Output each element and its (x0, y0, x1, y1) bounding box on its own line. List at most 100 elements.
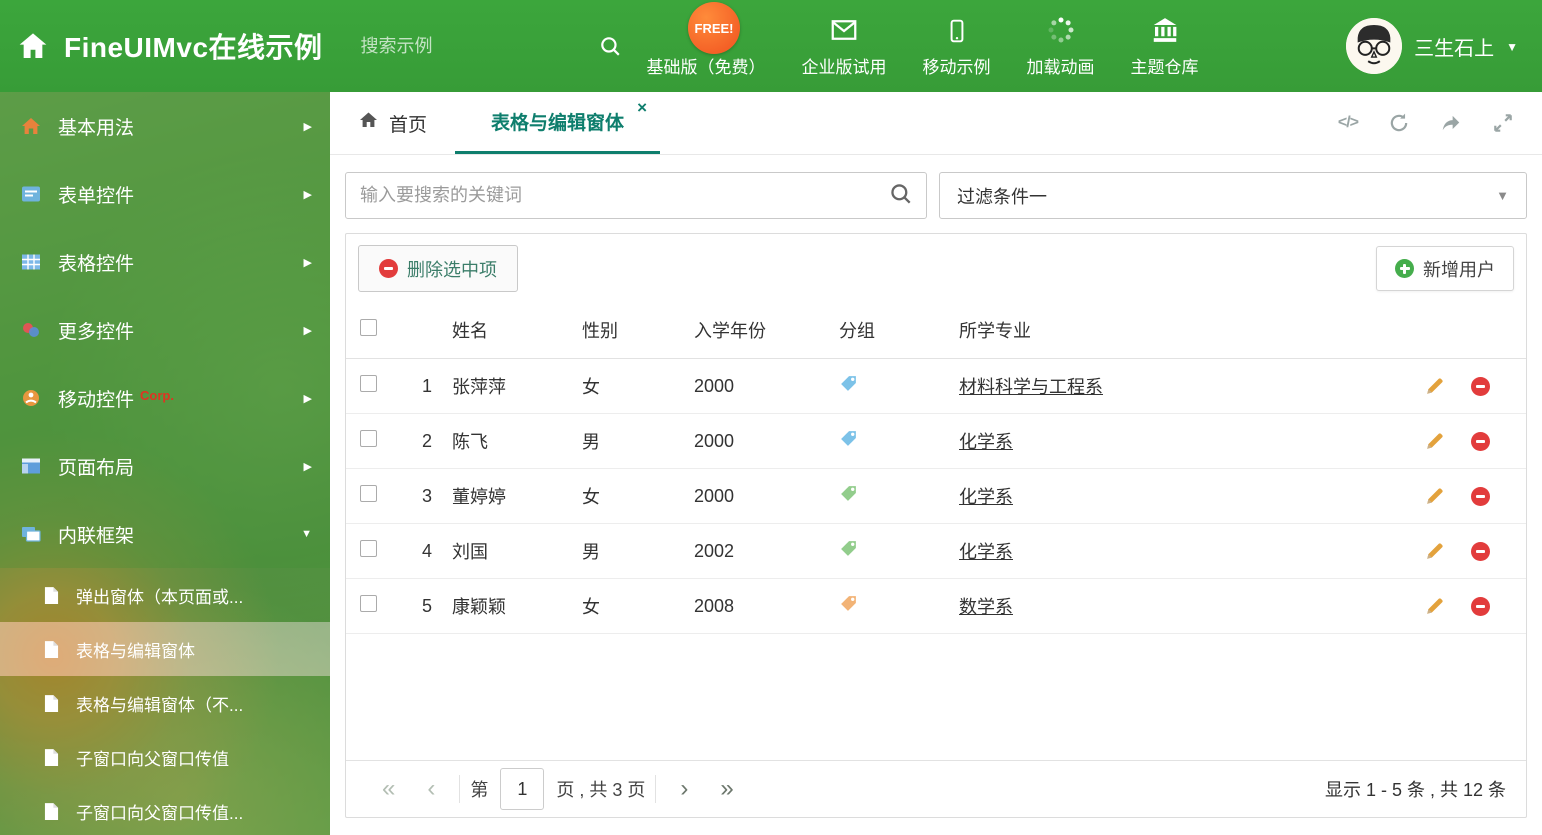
layout-icon (20, 455, 44, 477)
mail-icon (829, 15, 859, 45)
search-icon[interactable] (599, 35, 621, 57)
delete-icon[interactable] (1471, 486, 1490, 506)
delete-icon[interactable] (1471, 541, 1490, 561)
user-menu[interactable]: 三生石上 ▼ (1346, 18, 1542, 74)
spinner-icon (1046, 15, 1076, 45)
row-checkbox[interactable] (360, 595, 377, 612)
header-nav-item[interactable]: 主题仓库 (1113, 15, 1217, 78)
header-search-input[interactable] (360, 35, 593, 57)
page-number-input[interactable] (500, 768, 545, 810)
sidebar-subitem-label: 子窗口向父窗口传值 (76, 749, 229, 769)
first-page-button[interactable]: « (366, 777, 411, 801)
sidebar-subitem[interactable]: 弹出窗体（本页面或... (0, 568, 330, 622)
page-suffix: 页 , 共 3 页 (556, 780, 646, 800)
cell-group (827, 539, 947, 563)
tab-active[interactable]: 表格与编辑窗体 × (455, 92, 661, 154)
col-gender: 性别 (582, 321, 618, 341)
row-index: 2 (421, 430, 432, 451)
minus-icon (379, 259, 398, 278)
cell-major: 化学系 (947, 538, 1376, 564)
sidebar-subitem[interactable]: 表格与编辑窗体（不... (0, 676, 330, 730)
row-checkbox[interactable] (360, 485, 377, 502)
chevron-right-icon: ▶ (303, 460, 312, 473)
edit-icon[interactable] (1425, 431, 1445, 451)
file-icon (44, 747, 62, 767)
delete-icon[interactable] (1471, 596, 1490, 616)
sidebar-item[interactable]: 基本用法 ▶ (0, 92, 330, 160)
username: 三生石上 (1414, 37, 1495, 60)
edit-icon[interactable] (1425, 541, 1445, 561)
sidebar-item-label: 移动控件 (58, 389, 135, 411)
sidebar-item[interactable]: 更多控件 ▶ (0, 296, 330, 364)
row-checkbox[interactable] (360, 430, 377, 447)
table-header-row: 姓名 性别 入学年份 分组 所学专业 (346, 302, 1526, 359)
sidebar-item-label: 内联框架 (58, 525, 135, 547)
header-nav-label: 加载动画 (1026, 57, 1095, 77)
sidebar-subitem[interactable]: 子窗口向父窗口传值... (0, 784, 330, 835)
major-link[interactable]: 材料科学与工程系 (959, 377, 1103, 397)
row-checkbox[interactable] (360, 540, 377, 557)
search-icon[interactable] (889, 182, 912, 210)
cell-group (827, 594, 947, 618)
tab-home-label: 首页 (389, 114, 428, 136)
row-checkbox[interactable] (360, 375, 377, 392)
filter-dropdown[interactable]: 过滤条件一 ▼ (939, 172, 1527, 219)
edit-icon[interactable] (1425, 596, 1445, 616)
expand-icon[interactable] (1492, 112, 1514, 134)
cell-group (827, 374, 947, 398)
tag-icon (839, 596, 858, 617)
edit-icon[interactable] (1425, 486, 1445, 506)
sidebar-subitem-label: 弹出窗体（本页面或... (76, 587, 244, 607)
next-page-button[interactable]: › (664, 777, 704, 801)
keyword-search-input[interactable] (360, 185, 889, 206)
sidebar-item[interactable]: 表格控件 ▶ (0, 228, 330, 296)
filter-dropdown-value: 过滤条件一 (957, 186, 1047, 207)
refresh-icon[interactable] (1388, 112, 1410, 134)
prev-page-button[interactable]: ‹ (411, 777, 451, 801)
last-page-button[interactable]: » (704, 777, 749, 801)
cell-gender: 女 (582, 487, 600, 507)
header-search (360, 35, 620, 57)
header-nav-item[interactable]: 企业版试用 (784, 15, 905, 78)
sidebar-item[interactable]: 移动控件 Corp. ▶ (0, 364, 330, 432)
major-link[interactable]: 化学系 (959, 487, 1013, 507)
mobile-controls-icon (20, 387, 44, 409)
home-icon (20, 115, 44, 137)
header-nav-item[interactable]: 加载动画 (1009, 15, 1113, 78)
sidebar-item[interactable]: 内联框架 ▼ (0, 500, 330, 568)
sidebar-item[interactable]: 表单控件 ▶ (0, 160, 330, 228)
app-logo[interactable]: FineUIMvc在线示例 (0, 26, 323, 66)
avatar[interactable] (1346, 18, 1403, 74)
cell-gender: 男 (582, 542, 600, 562)
close-icon[interactable]: × (637, 98, 647, 118)
cell-major: 化学系 (947, 483, 1376, 509)
row-index: 3 (421, 485, 432, 506)
data-table: 姓名 性别 入学年份 分组 所学专业 1 张萍萍女 2000 材料科学与工程系 2 陈飞男… (346, 302, 1526, 760)
cell-year: 2000 (694, 485, 735, 506)
header-nav-item[interactable]: 移动示例 (905, 15, 1009, 78)
major-link[interactable]: 数学系 (959, 597, 1013, 617)
add-user-button[interactable]: 新增用户 (1376, 246, 1514, 291)
cell-name: 董婷婷 (452, 487, 506, 507)
major-link[interactable]: 化学系 (959, 432, 1013, 452)
delete-icon[interactable] (1471, 431, 1490, 451)
share-icon[interactable] (1440, 112, 1462, 134)
sidebar-subitem[interactable]: 表格与编辑窗体 (0, 622, 330, 676)
sidebar-item-label: 页面布局 (58, 457, 135, 479)
cell-name: 刘国 (452, 542, 488, 562)
delete-selected-button[interactable]: 删除选中项 (358, 245, 518, 292)
source-code-icon[interactable]: </> (1338, 114, 1359, 132)
major-link[interactable]: 化学系 (959, 542, 1013, 562)
sidebar-subitem[interactable]: 子窗口向父窗口传值 (0, 730, 330, 784)
delete-icon[interactable] (1471, 376, 1490, 396)
sidebar-item[interactable]: 页面布局 ▶ (0, 432, 330, 500)
edit-icon[interactable] (1425, 376, 1445, 396)
col-group: 分组 (839, 321, 875, 341)
row-index: 5 (421, 595, 432, 616)
tab-active-label: 表格与编辑窗体 (491, 113, 625, 134)
cell-name: 张萍萍 (452, 377, 506, 397)
chevron-right-icon: ▶ (303, 188, 312, 201)
tab-home[interactable]: 首页 (330, 92, 455, 154)
tag-icon (839, 376, 858, 397)
select-all-checkbox[interactable] (360, 319, 377, 336)
